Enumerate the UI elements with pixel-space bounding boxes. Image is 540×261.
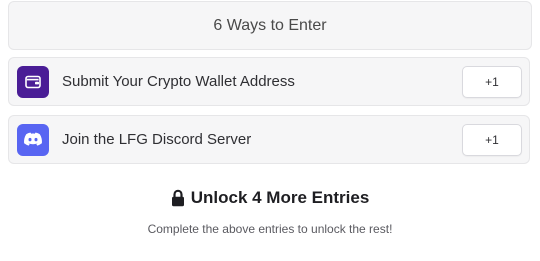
lock-icon — [171, 189, 185, 207]
wallet-icon — [17, 65, 49, 98]
entry-discord-label: Join the LFG Discord Server — [62, 131, 252, 148]
discord-icon — [17, 123, 49, 156]
entry-methods-header: 6 Ways to Enter — [8, 1, 532, 50]
entry-discord-join[interactable]: Join the LFG Discord Server +1 — [8, 115, 530, 164]
unlock-title: Unlock 4 More Entries — [190, 188, 370, 207]
entry-discord-points-button[interactable]: +1 — [462, 123, 522, 156]
entry-wallet-points-button[interactable]: +1 — [462, 65, 522, 98]
unlock-heading: Unlock 4 More Entries — [0, 188, 540, 208]
entry-methods-title: 6 Ways to Enter — [213, 16, 327, 34]
entry-wallet-label: Submit Your Crypto Wallet Address — [62, 73, 295, 90]
entry-wallet-address[interactable]: Submit Your Crypto Wallet Address +1 — [8, 57, 530, 106]
entry-widget: 6 Ways to Enter Submit Your Crypto Walle… — [0, 0, 540, 261]
unlock-subtitle: Complete the above entries to unlock the… — [147, 222, 393, 236]
